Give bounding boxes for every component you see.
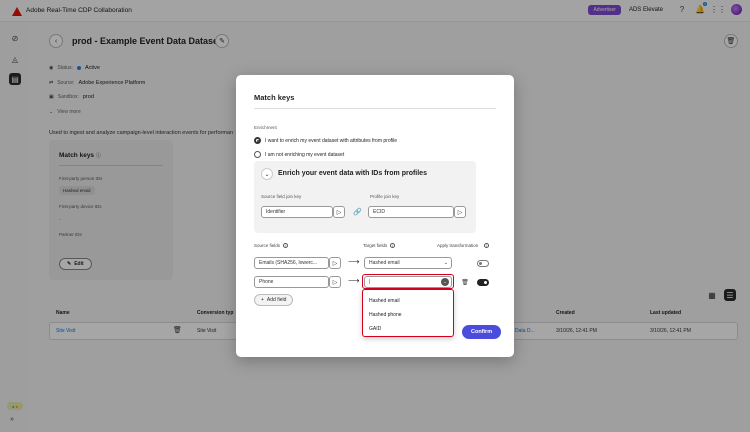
target-field-dropdown: Hashed email Hashed phone GAID bbox=[362, 289, 454, 337]
map-arrow-icon: ⟶ bbox=[348, 257, 360, 266]
transform-toggle-1[interactable] bbox=[477, 260, 489, 267]
transform-toggle-2[interactable] bbox=[477, 279, 489, 286]
radio-not-enrich-label: I am not enriching my event dataset bbox=[265, 151, 345, 158]
apply-transformation-header: Apply transformation i bbox=[437, 243, 490, 248]
profile-join-picker-button[interactable]: ▷ bbox=[454, 206, 466, 218]
radio-enrich-control[interactable] bbox=[254, 137, 261, 144]
source-join-key-input[interactable]: Identifier bbox=[261, 206, 333, 218]
collapse-chevron-icon[interactable]: ⌄ bbox=[261, 168, 273, 180]
source-fields-header: Source fields i bbox=[254, 243, 289, 248]
radio-enrich-label: I want to enrich my event dataset with a… bbox=[265, 137, 398, 144]
dropdown-option-hashed-phone[interactable]: Hashed phone bbox=[369, 312, 402, 318]
radio-enrich[interactable]: I want to enrich my event dataset with a… bbox=[254, 137, 397, 144]
add-field-button[interactable]: + Add field bbox=[254, 294, 294, 306]
profile-join-key-label: Profile join key bbox=[370, 194, 400, 199]
chevron-down-icon: ⌄ bbox=[443, 260, 448, 266]
source-fields-label: Source fields bbox=[254, 243, 281, 248]
confirm-button[interactable]: Confirm bbox=[462, 325, 502, 339]
radio-not-enrich-control[interactable] bbox=[254, 151, 261, 158]
modal-divider bbox=[254, 108, 496, 109]
enrich-header: Enrich your event data with IDs from pro… bbox=[278, 170, 427, 177]
modal-title: Match keys bbox=[254, 93, 295, 102]
enrichment-label: Enrichment bbox=[254, 125, 277, 130]
target-field-1-value: Hashed email bbox=[369, 260, 400, 266]
source-fields-info-icon[interactable]: i bbox=[283, 243, 289, 248]
remove-row-trash-icon[interactable]: 🗑 bbox=[460, 277, 470, 287]
link-icon: 🔗 bbox=[353, 209, 362, 216]
apply-transformation-label: Apply transformation bbox=[437, 243, 479, 248]
target-field-1[interactable]: Hashed email ⌄ bbox=[364, 257, 452, 269]
target-fields-label: Target fields bbox=[363, 243, 388, 248]
source-join-key-label: Source field join key bbox=[261, 194, 302, 199]
add-field-label: Add field bbox=[266, 297, 287, 303]
dropdown-option-hashed-email[interactable]: Hashed email bbox=[369, 298, 400, 304]
target-fields-header: Target fields i bbox=[363, 243, 396, 248]
source-join-picker-button[interactable]: ▷ bbox=[333, 206, 345, 218]
source-field-2-picker[interactable]: ▷ bbox=[329, 276, 341, 288]
apply-transformation-info-icon[interactable]: i bbox=[484, 243, 490, 248]
source-field-1[interactable]: Emails (SHA256, lowerc... bbox=[254, 257, 329, 269]
plus-icon: + bbox=[261, 297, 264, 303]
source-field-1-picker[interactable]: ▷ bbox=[329, 257, 341, 269]
map-arrow-icon: ⟶ bbox=[348, 276, 360, 285]
dropdown-option-gaid[interactable]: GAID bbox=[369, 326, 381, 332]
target-fields-info-icon[interactable]: i bbox=[390, 243, 396, 248]
source-field-2[interactable]: Phone bbox=[254, 276, 329, 288]
radio-not-enrich[interactable]: I am not enriching my event dataset bbox=[254, 151, 344, 158]
target-field-focus-ring bbox=[362, 274, 454, 289]
enrich-section: ⌄ Enrich your event data with IDs from p… bbox=[254, 161, 476, 233]
profile-join-key-input[interactable]: ECID bbox=[368, 206, 454, 218]
